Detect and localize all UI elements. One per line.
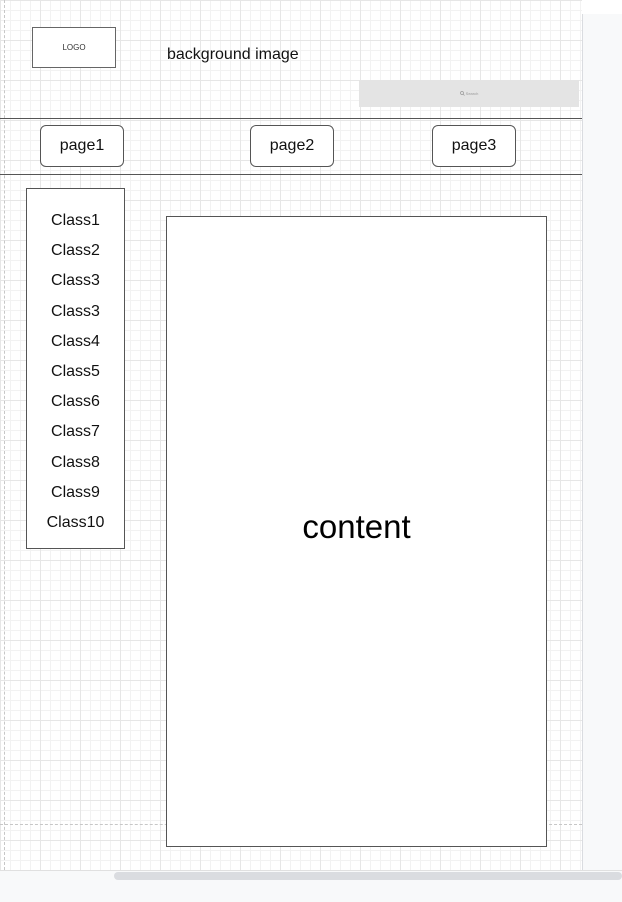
- search-icon: [459, 91, 465, 96]
- sidebar-item-class3[interactable]: Class3: [27, 266, 124, 296]
- sidebar-item-class1[interactable]: Class1: [27, 206, 124, 236]
- nav-button-label: page2: [269, 137, 315, 154]
- sidebar-item-class7[interactable]: Class7: [27, 417, 124, 447]
- sidebar-item-class3-duplicate[interactable]: Class3: [27, 297, 124, 327]
- sidebar-shape[interactable]: Class1 Class2 Class3 Class3 Class4 Class…: [26, 188, 125, 549]
- nav-button-label: page1: [59, 137, 105, 154]
- logo-label: LOGO: [62, 43, 86, 52]
- logo-shape[interactable]: LOGO: [32, 27, 116, 68]
- nav-divider[interactable]: [0, 174, 582, 175]
- background-image-label[interactable]: background image: [167, 46, 299, 64]
- nav-button-page1[interactable]: page1: [40, 125, 124, 167]
- sidebar-item-class8[interactable]: Class8: [27, 448, 124, 478]
- search-placeholder: Search: [465, 91, 479, 96]
- diagram-canvas[interactable]: LOGO background image Search page1 page2…: [0, 0, 582, 870]
- sidebar-list: Class1 Class2 Class3 Class3 Class4 Class…: [27, 206, 124, 538]
- top-strip: [582, 0, 622, 15]
- horizontal-scrollbar[interactable]: [114, 872, 622, 880]
- content-label: content: [302, 507, 411, 545]
- nav-button-page3[interactable]: page3: [432, 125, 516, 167]
- sidebar-item-class5[interactable]: Class5: [27, 357, 124, 387]
- header-divider[interactable]: [0, 118, 582, 119]
- right-panel-gutter: [582, 14, 622, 870]
- nav-button-label: page3: [451, 137, 497, 154]
- search-shape[interactable]: Search: [359, 80, 579, 107]
- sidebar-item-class2[interactable]: Class2: [27, 236, 124, 266]
- sidebar-item-class10[interactable]: Class10: [27, 508, 124, 538]
- page-boundary-left: [4, 0, 5, 870]
- sidebar-item-class6[interactable]: Class6: [27, 387, 124, 417]
- sidebar-item-class4[interactable]: Class4: [27, 327, 124, 357]
- sidebar-item-class9[interactable]: Class9: [27, 478, 124, 508]
- nav-button-page2[interactable]: page2: [250, 125, 334, 167]
- content-shape[interactable]: content: [166, 216, 547, 847]
